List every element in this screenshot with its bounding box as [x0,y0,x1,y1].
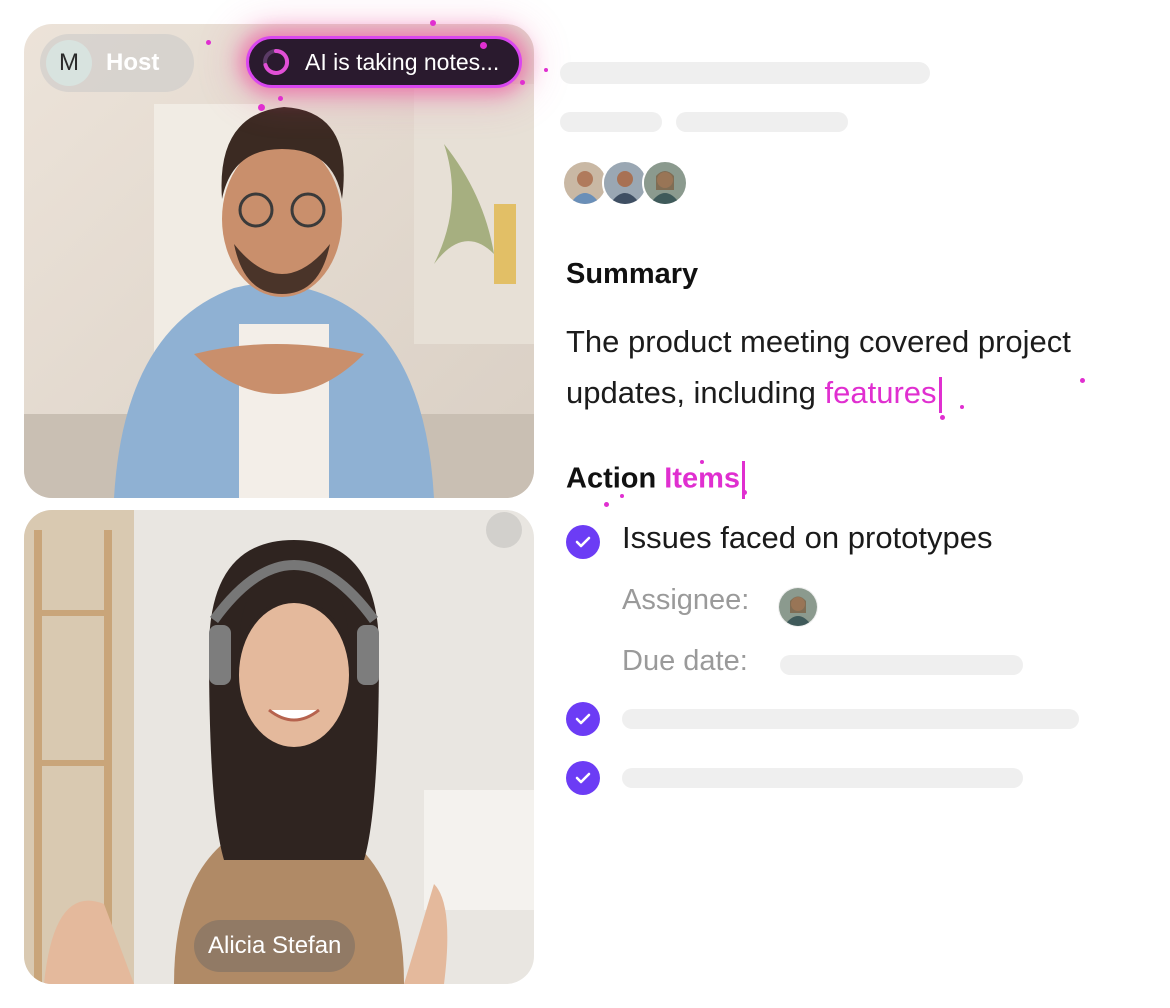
action-item-label: Issues faced on prototypes [622,520,993,555]
action-items-heading: Action Items [566,461,746,499]
meta-placeholder-1 [560,112,662,132]
due-date-label: Due date: [622,645,748,677]
action-item-placeholder [622,768,1023,788]
action-item-placeholder [622,709,1079,729]
host-badge: M Host [40,34,194,92]
checkmark-icon [575,772,591,784]
summary-heading: Summary [566,258,699,290]
summary-text: The product meeting covered project upda… [566,316,1146,418]
participant-avatar [642,160,688,206]
ai-status-label: AI is taking notes... [305,48,500,75]
meta-placeholder-2 [676,112,848,132]
action-heading-static: Action [566,462,657,495]
guest-video-tile: Alicia Stefan [24,510,534,984]
summary-typing-text: features [824,375,937,410]
item-checkbox[interactable] [566,702,600,736]
title-placeholder [560,62,930,84]
due-date-placeholder [780,655,1023,675]
loading-spinner-icon [263,48,290,75]
checkmark-icon [575,536,591,548]
host-avatar: M [46,40,92,86]
participant-name-tag: Alicia Stefan [194,920,356,972]
assignee-label: Assignee: [622,584,750,616]
host-label: Host [106,49,160,76]
guest-video-frame [24,510,534,984]
item-checkbox[interactable] [566,525,600,559]
checkmark-icon [575,713,591,725]
item-checkbox[interactable] [566,761,600,795]
assignee-avatar[interactable] [778,587,818,627]
typing-cursor [938,376,942,413]
participant-avatars [562,160,692,206]
summary-body: The product meeting covered project upda… [566,324,1071,410]
action-heading-typing: Items [664,462,741,495]
